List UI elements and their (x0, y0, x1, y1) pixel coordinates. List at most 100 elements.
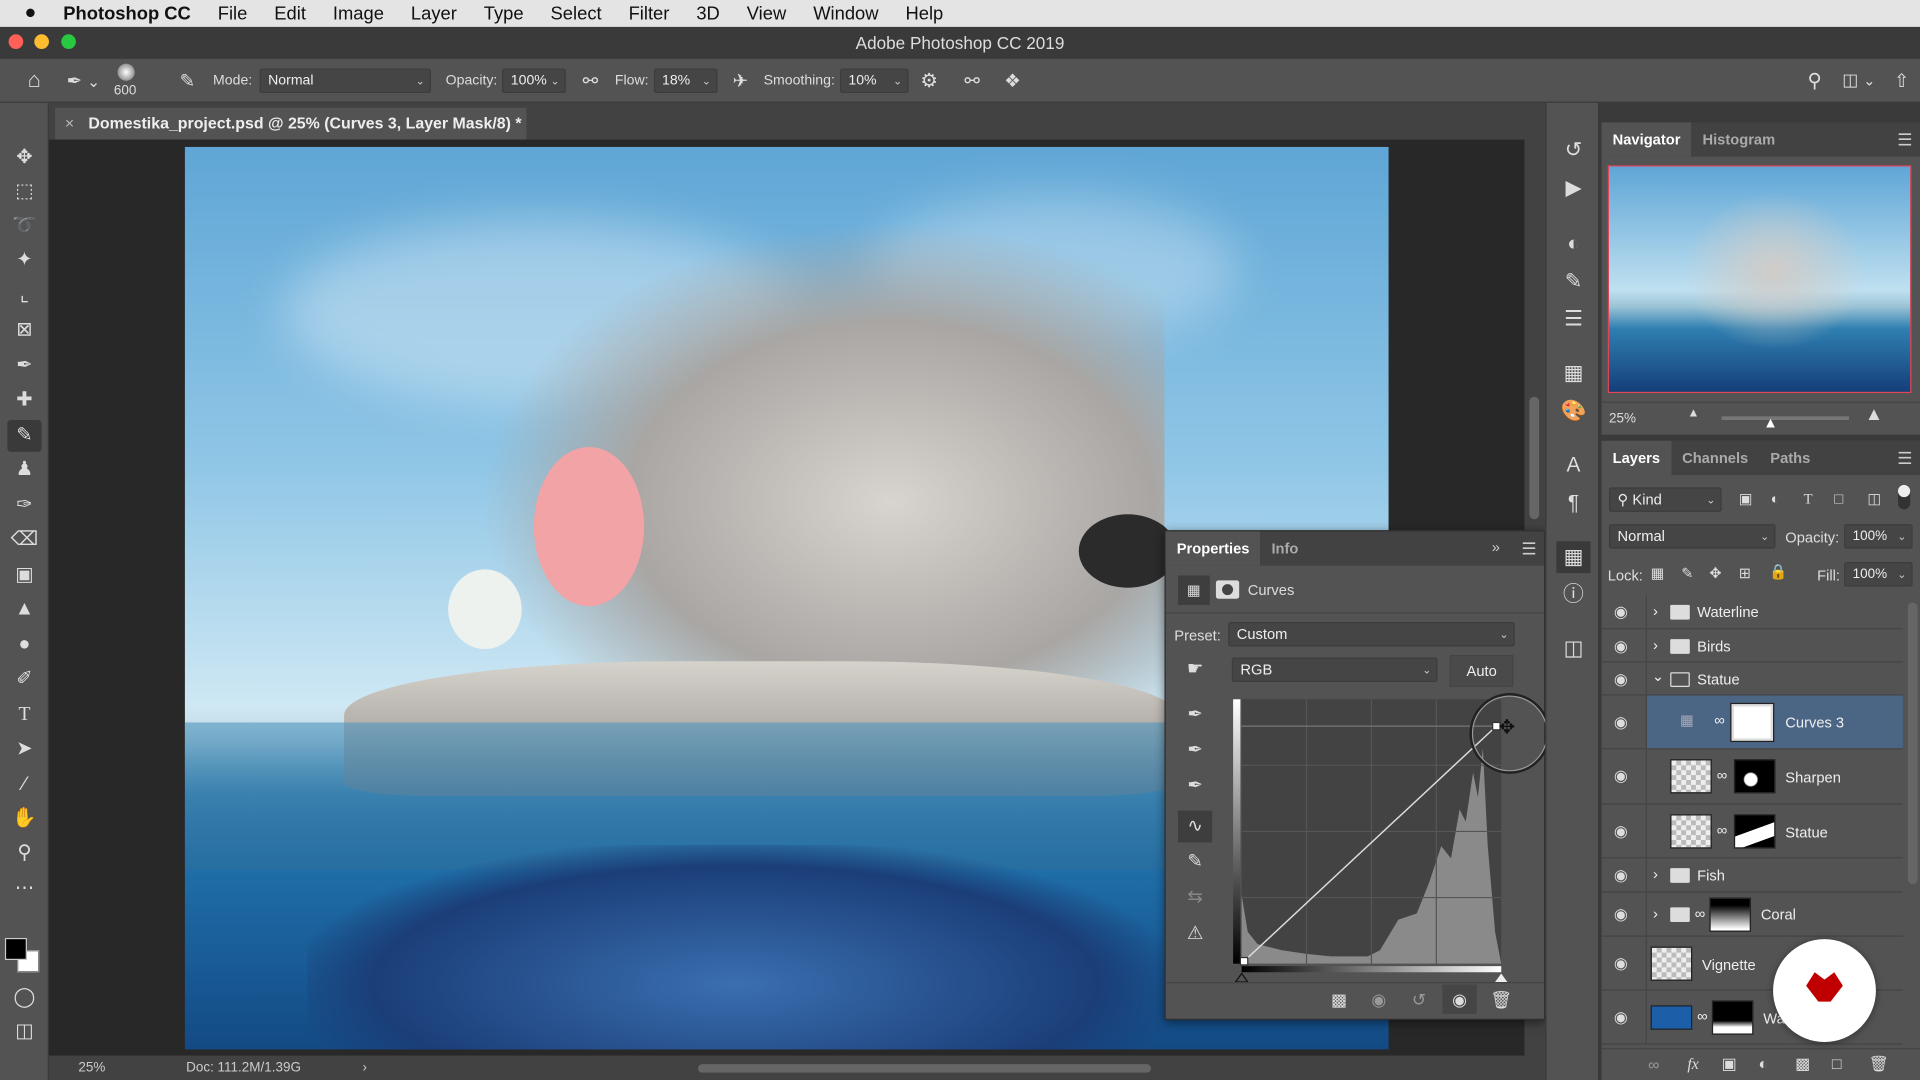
layer-row-curves-3[interactable]: ◉ ▦ ∞ Curves 3 (1601, 695, 1903, 750)
layers-scrollbar[interactable] (1907, 602, 1918, 885)
menu-file[interactable]: File (218, 3, 248, 24)
collapse-icon[interactable]: » (1492, 539, 1500, 556)
link-icon[interactable]: ∞ (1717, 822, 1727, 839)
visibility-eye-icon[interactable]: ◉ (1614, 905, 1628, 925)
flow-field[interactable]: 18% ⌄ (653, 67, 718, 93)
fill-field[interactable]: 100% ⌄ (1844, 562, 1913, 587)
search-icon[interactable]: ⚲ (1795, 68, 1834, 92)
white-point-eyedropper-icon[interactable]: ✒ (1178, 770, 1212, 802)
filter-pixel-icon[interactable]: ▣ (1739, 490, 1753, 507)
brush-size-picker[interactable]: 600 (108, 58, 169, 102)
gray-point-eyedropper-icon[interactable]: ✒ (1178, 735, 1212, 767)
smooth-curve-icon[interactable]: ⇆ (1178, 882, 1212, 914)
brushes-icon[interactable]: ✎ (1556, 266, 1590, 298)
layer-row-waterline[interactable]: ◉ › Waterline (1601, 595, 1903, 630)
pencil-draw-icon[interactable]: ✎ (1178, 846, 1212, 878)
layer-mask-thumbnail[interactable] (1733, 814, 1776, 849)
curve-point-black[interactable] (1239, 956, 1249, 966)
adjustment-layer-icon[interactable]: ◐ (1758, 1054, 1768, 1072)
libraries-icon[interactable]: ◫ (1556, 633, 1590, 665)
zoom-in-icon[interactable]: ▲ (1865, 404, 1883, 425)
new-layer-icon[interactable]: □ (1832, 1054, 1842, 1072)
doc-size[interactable]: Doc: 111.2M/1.39G (186, 1056, 301, 1080)
pressure-opacity-icon[interactable]: ⚯ (566, 69, 615, 91)
filter-smart-object-icon[interactable]: ◫ (1867, 490, 1881, 507)
tab-properties[interactable]: Properties (1165, 531, 1261, 566)
lock-all-icon[interactable]: 🔒 (1769, 563, 1787, 580)
lock-position-icon[interactable]: ✥ (1709, 564, 1721, 581)
visibility-eye-icon[interactable]: ◉ (1614, 767, 1628, 787)
menu-3d[interactable]: 3D (696, 3, 719, 24)
scroll-thumb[interactable] (1529, 396, 1540, 520)
layer-row-statue-group[interactable]: ◉ ⌄ Statue (1601, 662, 1903, 696)
color-palette-icon[interactable]: 🎨 (1556, 396, 1590, 428)
clone-stamp-tool-icon[interactable]: ♟ (7, 454, 41, 486)
visibility-eye-icon[interactable]: ◉ (1614, 866, 1628, 886)
curves-adjustment-icon[interactable]: ▦ (1177, 575, 1210, 605)
menu-type[interactable]: Type (484, 3, 524, 24)
auto-button[interactable]: Auto (1449, 655, 1514, 687)
quick-mask-icon[interactable]: ◯ (7, 982, 41, 1014)
lock-artboard-icon[interactable]: ⊞ (1739, 564, 1751, 581)
gradient-tool-icon[interactable]: ▣ (7, 560, 41, 592)
zoom-level[interactable]: 25% (78, 1056, 105, 1080)
menu-window[interactable]: Window (813, 3, 878, 24)
tab-info[interactable]: Info (1260, 531, 1309, 565)
adjustments-icon[interactable]: ◐ (1556, 228, 1590, 260)
brush-preset-icon[interactable]: ✒ ⌄ (59, 69, 108, 91)
character-icon[interactable]: A (1556, 449, 1590, 481)
paragraph-icon[interactable]: ¶ (1556, 487, 1590, 519)
document-tab[interactable]: × Domestika_project.psd @ 25% (Curves 3,… (55, 107, 527, 140)
history-icon[interactable]: ↺ (1556, 135, 1590, 167)
foreground-color-swatch[interactable] (4, 937, 27, 961)
layer-row-statue[interactable]: ◉ ∞ Statue (1601, 804, 1903, 859)
layer-row-sharpen[interactable]: ◉ ∞ Sharpen (1601, 749, 1903, 805)
filter-shape-icon[interactable]: □ (1834, 490, 1843, 507)
type-tool-icon[interactable]: T (7, 699, 41, 731)
clip-to-layer-icon[interactable]: ▩ (1331, 989, 1347, 1010)
status-menu-arrow-icon[interactable]: › (362, 1056, 366, 1080)
layer-mask-thumbnail[interactable] (1730, 702, 1775, 743)
move-tool-icon[interactable]: ✥ (7, 142, 41, 174)
actions-play-icon[interactable]: ▶ (1556, 173, 1590, 205)
visibility-toggle-icon[interactable]: ◉ (1442, 984, 1477, 1014)
eyedropper-tool-icon[interactable]: ✒ (7, 350, 41, 382)
panel-menu-icon[interactable]: ☰ (1521, 539, 1536, 560)
menu-layer[interactable]: Layer (411, 3, 457, 24)
workspace-icon[interactable]: ◫ ⌄ (1834, 70, 1883, 91)
tab-paths[interactable]: Paths (1759, 441, 1821, 475)
blur-tool-icon[interactable]: ▲ (7, 594, 41, 626)
add-mask-icon[interactable]: ▣ (1722, 1054, 1737, 1074)
reset-icon[interactable]: ↺ (1412, 989, 1426, 1010)
healing-brush-tool-icon[interactable]: ✚ (7, 384, 41, 416)
tab-layers[interactable]: Layers (1601, 440, 1672, 476)
dodge-tool-icon[interactable]: ● (7, 629, 41, 661)
info-icon[interactable]: ⓘ (1556, 579, 1590, 611)
link-icon[interactable]: ∞ (1714, 711, 1724, 728)
visibility-eye-icon[interactable]: ◉ (1614, 602, 1628, 622)
layer-mask-thumbnail[interactable] (1711, 1000, 1754, 1035)
channel-dropdown[interactable]: RGB ⌄ (1231, 657, 1438, 683)
menu-app[interactable]: Photoshop CC (63, 3, 191, 24)
symmetry-icon[interactable]: ❖ (994, 69, 1031, 91)
expand-chevron-icon[interactable]: › (1653, 637, 1658, 654)
pressure-size-icon[interactable]: ⚯ (950, 69, 994, 91)
zoom-slider-track[interactable] (1721, 416, 1849, 421)
delete-layer-icon[interactable]: 🗑 (1869, 1054, 1889, 1074)
menu-select[interactable]: Select (551, 3, 602, 24)
expand-chevron-icon[interactable]: › (1653, 602, 1658, 619)
visibility-eye-icon[interactable]: ◉ (1614, 1008, 1628, 1028)
menu-edit[interactable]: Edit (274, 3, 306, 24)
layer-row-coral[interactable]: ◉ › ∞ Coral (1601, 892, 1903, 937)
brush-tool-icon[interactable]: ✎ (7, 420, 42, 452)
home-icon[interactable]: ⌂ (10, 67, 59, 93)
visibility-eye-icon[interactable]: ◉ (1614, 822, 1628, 842)
mask-icon[interactable] (1215, 580, 1240, 599)
layer-mask-thumbnail[interactable] (1709, 897, 1752, 932)
mode-dropdown[interactable]: Normal ⌄ (259, 67, 431, 93)
magic-wand-tool-icon[interactable]: ✦ (7, 245, 41, 277)
visibility-eye-icon[interactable]: ◉ (1614, 670, 1628, 690)
expand-chevron-icon[interactable]: › (1653, 866, 1658, 883)
hand-tool-icon[interactable]: ✋ (7, 803, 41, 835)
link-icon[interactable]: ∞ (1695, 905, 1705, 922)
